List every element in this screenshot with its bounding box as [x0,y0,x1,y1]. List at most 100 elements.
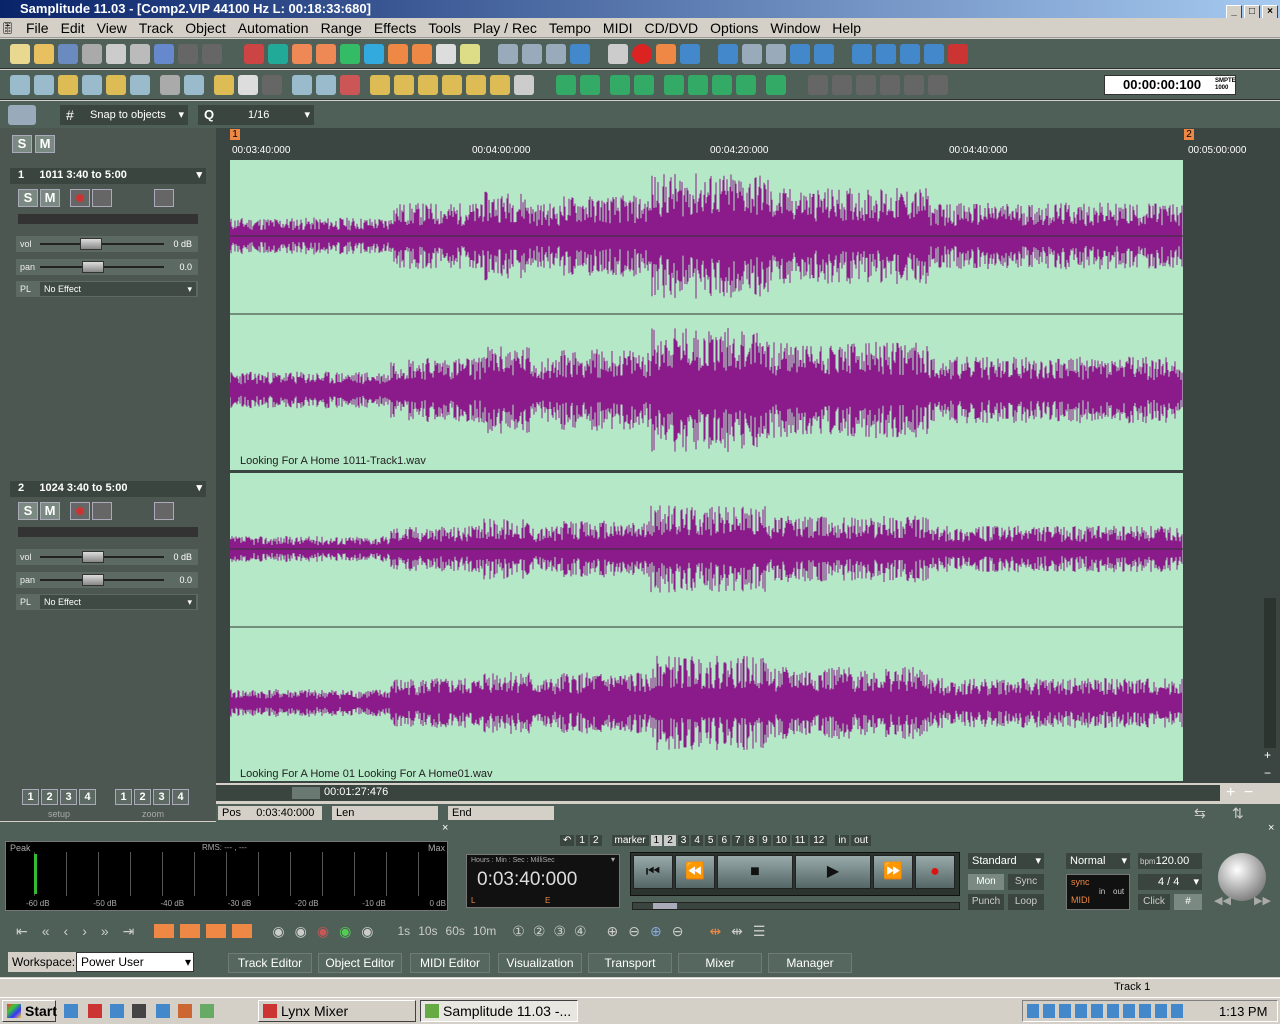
menu-automation[interactable]: Automation [232,18,315,38]
cut-tool-icon[interactable] [106,75,126,95]
quicklaunch-ie-icon[interactable] [64,1004,78,1018]
record-icon[interactable] [632,44,652,64]
list-lines-icon[interactable]: ☰ [753,923,766,940]
track-editor-button[interactable]: Track Editor [228,953,312,973]
bpm-field[interactable]: bpm120.00 [1138,853,1202,869]
magnifier-icon[interactable] [316,75,336,95]
step-back-icon[interactable]: ‹ [64,923,69,939]
zoom-out-h-icon[interactable]: − [1244,784,1253,802]
len-field[interactable]: Len [332,806,438,820]
quicklaunch-app2-icon[interactable] [110,1004,124,1018]
undo-icon[interactable] [178,44,198,64]
lock-icon[interactable] [370,75,390,95]
pointer-tool-icon[interactable] [10,75,30,95]
lips-icon[interactable] [948,44,968,64]
swap-horizontal-icon[interactable]: ⇆ [1194,805,1206,822]
zoom-in-h-icon[interactable]: + [1226,784,1235,802]
marker-button-12[interactable]: 12 [810,835,828,846]
t-button-icon[interactable] [316,44,336,64]
track-1-header[interactable]: 1 1011 3:40 to 5:00 ▾ [10,168,206,184]
stop-square-icon[interactable] [570,44,590,64]
marker-tool-icon[interactable] [244,44,264,64]
track-1-speaker-icon[interactable] [92,189,112,207]
nudge-left-icon[interactable] [610,75,630,95]
time-icon[interactable] [766,75,786,95]
zoom-button-1[interactable]: 1 [115,789,132,805]
range-start-icon[interactable] [556,75,576,95]
chevron-down-icon[interactable]: ▾ [196,168,202,182]
menu-file[interactable]: File [20,18,55,38]
mixer-button[interactable]: Mixer [678,953,762,973]
eye-icon[interactable]: ◉ [272,923,284,940]
track-2-header[interactable]: 2 1024 3:40 to 5:00 ▾ [10,481,206,497]
zoom-out-icon[interactable]: − [1264,766,1271,780]
cut-icon[interactable] [82,44,102,64]
end-field[interactable]: End [448,806,554,820]
prev-icon[interactable] [712,75,732,95]
step-forward-icon[interactable]: › [82,923,87,939]
sync-button[interactable]: Sync [1008,874,1044,890]
track-1-lock-icon[interactable] [154,189,174,207]
marker-button-11[interactable]: 11 [791,835,809,846]
menu-object[interactable]: Object [179,18,231,38]
close-meter-icon[interactable]: × [442,822,448,834]
sync-icon[interactable] [522,44,542,64]
f-button-icon[interactable] [388,44,408,64]
app-menu-icon[interactable]: 🎚 [0,21,20,35]
gear-icon[interactable] [608,44,628,64]
target3-icon[interactable]: ⊕ [650,923,662,940]
level-icon[interactable] [442,75,462,95]
track-2-solo-button[interactable]: S [18,502,38,520]
track-2-mute-button[interactable]: M [40,502,60,520]
copy-icon[interactable] [106,44,126,64]
menu-options[interactable]: Options [704,18,764,38]
marker-button-6[interactable]: 6 [718,835,731,846]
num1-icon[interactable]: ① [512,923,525,940]
marker-2[interactable]: 2 [1184,129,1194,140]
play-button[interactable]: ▶ [795,855,871,889]
circle-icon[interactable] [514,75,534,95]
zoom-10s[interactable]: 10s [418,924,437,938]
track-2-plugin-row[interactable]: PL No Effect ▾ [16,594,198,610]
click-button[interactable]: Click [1138,894,1170,910]
marker-out[interactable]: out [851,835,872,846]
go-start-icon[interactable]: ⇤ [16,923,28,940]
normal-select[interactable]: Normal ▾ [1066,853,1130,869]
nudge-right-icon[interactable] [634,75,654,95]
track-1-solo-button[interactable]: S [18,189,38,207]
marker-button-8[interactable]: 8 [745,835,758,846]
screen-icon[interactable] [852,44,872,64]
setup-button-2[interactable]: 2 [41,789,58,805]
eye2-icon[interactable]: ◉ [295,923,307,940]
global-solo-button[interactable]: S [12,135,32,153]
quantize-select[interactable]: Q 1/16 ▾ [198,105,314,125]
track-2-pan-slider[interactable]: pan 0.0 [16,572,198,588]
cross-icon[interactable] [924,44,944,64]
setup-button-1[interactable]: 1 [22,789,39,805]
rewind-small-icon[interactable]: « [42,923,50,939]
transport-time-display[interactable]: Hours : Min : Sec : MilliSec ▾ 0:03:40:0… [466,854,620,908]
chevron-down-icon[interactable]: ▾ [196,481,202,495]
menu-help[interactable]: Help [826,18,867,38]
time-ruler[interactable]: 1 2 00:03:40:000 00:04:00:000 00:04:20:0… [216,129,1260,158]
time-signature-field[interactable]: 4 / 4 ▾ [1138,874,1202,890]
zoom-tool-icon[interactable] [184,75,204,95]
s-button-icon[interactable] [340,44,360,64]
move-left-icon[interactable] [664,75,684,95]
list-icon[interactable] [490,75,510,95]
eq-icon[interactable] [680,44,700,64]
forward-small-icon[interactable]: » [101,923,109,939]
range-tool-icon[interactable] [34,75,54,95]
stop-button[interactable]: ■ [717,855,793,889]
close-transport-icon[interactable]: × [1268,822,1274,834]
track-2-clip[interactable]: Looking For A Home 01 Looking For A Home… [230,473,1183,781]
jog-left-icon[interactable]: ◀◀ [1214,894,1231,907]
back-icon[interactable] [900,44,920,64]
num3-icon[interactable]: ③ [553,923,566,940]
scrub2-icon[interactable] [814,44,834,64]
scrub-icon[interactable] [790,44,810,64]
lr-tool-icon[interactable] [130,75,150,95]
track-1-effect-select[interactable]: No Effect ▾ [40,282,196,296]
save-icon[interactable] [58,44,78,64]
to-start-button[interactable]: ⏮ [633,855,673,889]
